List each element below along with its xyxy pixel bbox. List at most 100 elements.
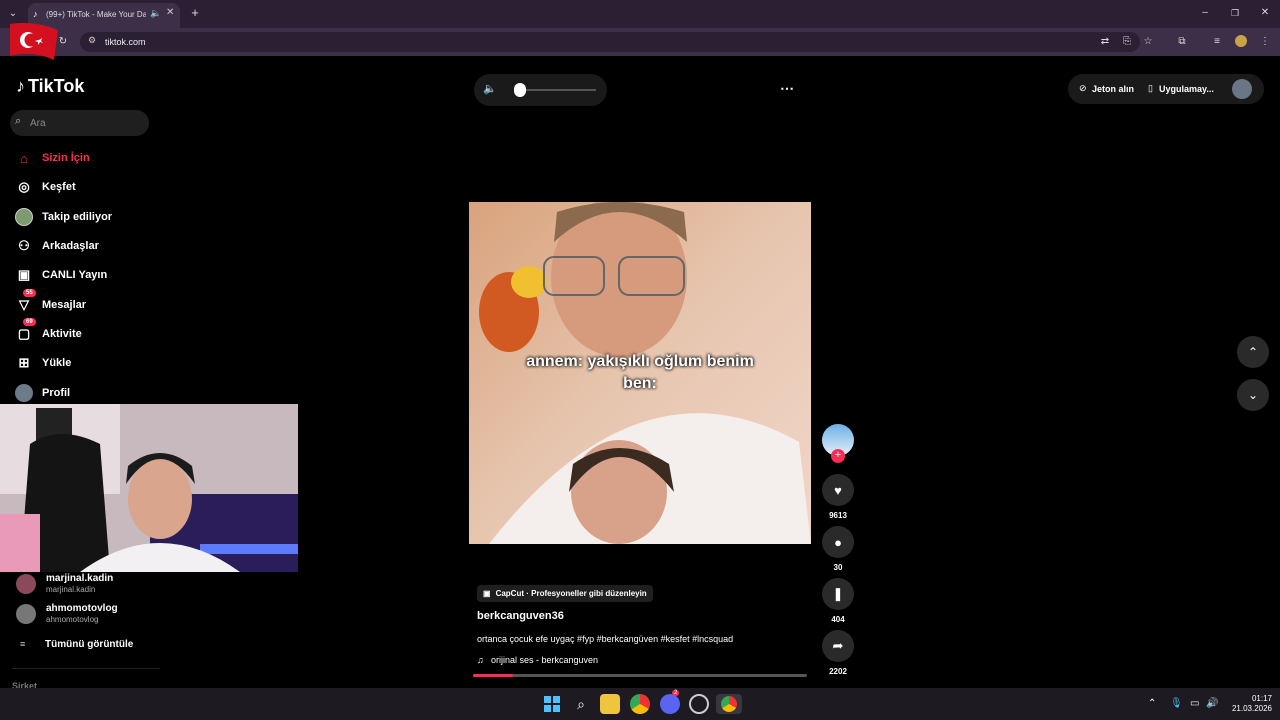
url-text[interactable]: tiktok.com (105, 37, 146, 47)
capcut-icon: ▣ (483, 589, 491, 598)
video-progress-track[interactable] (473, 674, 807, 677)
window-close-icon[interactable]: ✕ (1258, 6, 1272, 20)
like-button[interactable]: ♥ (822, 474, 854, 506)
nav-item-profile[interactable]: Profil (14, 382, 70, 404)
tab-close-icon[interactable]: ✕ (166, 7, 174, 18)
volume-track[interactable] (514, 89, 596, 91)
webcam-overlay (0, 404, 298, 572)
list-icon: ≡ (20, 639, 26, 649)
tiktok-logo[interactable]: ♪ TikTok (16, 76, 84, 97)
video-caption-overlay: annem: yakışıklı oğlum benim ben: (469, 351, 811, 395)
caption-line: ben: (623, 375, 657, 392)
tab-title: (99+) TikTok - Make Your Day (46, 10, 146, 19)
tab-list-chevron-icon[interactable]: ⌄ (6, 7, 20, 21)
start-windows-icon[interactable] (542, 694, 562, 714)
following-account-handle: ahmomotovlog (46, 615, 99, 624)
bookmark-icon: ❚ (832, 586, 844, 601)
nav-label: Takip ediliyor (42, 211, 113, 223)
like-count: 9613 (829, 511, 847, 520)
nav-item-messages[interactable]: ▽ 55 Mesajlar (14, 289, 86, 316)
share-arrow-icon: ➦ (832, 638, 844, 653)
nav-label: Profil (42, 387, 71, 399)
tab-audio-icon[interactable]: 🔈 (150, 8, 161, 19)
address-bar[interactable]: ⚙ tiktok.com (80, 32, 1140, 52)
chrome-icon[interactable] (630, 694, 650, 714)
taskbar-search-icon[interactable]: ⌕ (571, 694, 591, 714)
media-controls-icon[interactable]: ≡ (1210, 35, 1224, 49)
window-restore-icon[interactable]: ❐ (1228, 6, 1242, 20)
clock-date: 21.03.2026 (1231, 704, 1272, 713)
account-avatar[interactable] (16, 574, 36, 594)
save-count: 404 (831, 615, 845, 624)
reload-icon[interactable]: ↻ (56, 35, 70, 49)
nav-item-live[interactable]: ▣ CANLI Yayın (14, 264, 107, 286)
app-icon[interactable] (689, 694, 709, 714)
speaker-icon[interactable]: 🔈 (483, 82, 497, 95)
file-explorer-icon[interactable] (600, 694, 620, 714)
search-icon: ⌕ (15, 115, 22, 127)
following-account-name[interactable]: ahmomotovlog (46, 603, 118, 614)
new-tab-plus-icon[interactable]: + (188, 6, 202, 20)
site-info-icon[interactable]: ⚙ (88, 35, 96, 46)
next-video-button[interactable]: ⌄ (1237, 379, 1269, 411)
nav-item-for-you[interactable]: ⌂ Sizin İçin (14, 147, 90, 169)
activity-icon: ▢ 69 (14, 318, 36, 344)
previous-video-button[interactable]: ⌃ (1237, 336, 1269, 368)
comment-button[interactable]: ● (822, 526, 854, 558)
clock[interactable]: 01:17 21.03.2026 (1226, 694, 1272, 714)
compass-icon: ◎ (18, 179, 30, 194)
video-description: ortanca çocuk efe uygaç #fyp #berkcangüv… (477, 634, 734, 644)
capcut-tag[interactable]: ▣ CapCut · Profesyoneller gibi düzenleyi… (477, 585, 653, 602)
messages-icon: ▽ 55 (14, 289, 36, 315)
get-coins-button[interactable]: Jeton alın (1092, 84, 1134, 94)
coin-icon: ⊘ (1079, 83, 1087, 93)
following-account-name[interactable]: marjinal.kadin (46, 573, 113, 584)
following-account-handle: marjinal.kadin (46, 585, 96, 594)
browser-menu-icon[interactable]: ⋮ (1258, 35, 1272, 49)
volume-knob[interactable] (514, 83, 527, 97)
video-sound[interactable]: orijinal ses - berkcanguven (491, 655, 598, 665)
header-actions: ⊘ Jeton alın ▯ Uygulamay... (1068, 74, 1264, 104)
nav-item-upload[interactable]: ⊞ Yükle (14, 352, 72, 374)
volume-icon[interactable]: 🔊 (1206, 698, 1218, 709)
caption-line: annem: yakışıklı oğlum benim (526, 353, 754, 370)
microphone-icon[interactable]: 🎙 (1170, 698, 1183, 709)
nav-item-following[interactable]: Takip ediliyor (14, 206, 112, 228)
chevron-down-icon: ⌄ (1247, 388, 1259, 402)
video-author[interactable]: berkcanguven36 (477, 610, 564, 622)
account-avatar[interactable] (16, 604, 36, 624)
chrome-active-icon[interactable] (716, 694, 742, 714)
messages-badge: 55 (23, 289, 36, 297)
more-options-icon[interactable]: ⋯ (780, 80, 794, 97)
phone-icon: ▯ (1148, 83, 1153, 93)
comment-count: 30 (833, 563, 843, 572)
follow-plus-icon[interactable]: + (831, 449, 845, 463)
nav-item-explore[interactable]: ◎ Keşfet (14, 176, 75, 198)
get-app-button[interactable]: Uygulamay... (1159, 84, 1214, 94)
volume-control[interactable]: 🔈 (474, 74, 607, 106)
extensions-icon[interactable]: ⧉ (1175, 35, 1189, 49)
nav-label: Sizin İçin (42, 152, 90, 164)
discord-icon[interactable]: 2 (660, 690, 680, 714)
nav-label: Aktivite (42, 328, 82, 340)
window-minimize-icon[interactable]: – (1198, 6, 1212, 20)
chevron-up-icon: ⌃ (1247, 345, 1259, 359)
translate-icon[interactable]: ⇄ (1098, 35, 1112, 49)
user-avatar[interactable] (1232, 79, 1252, 99)
profile-avatar-icon[interactable] (1235, 35, 1247, 47)
nav-item-activity[interactable]: ▢ 69 Aktivite (14, 318, 82, 345)
turkish-flag-icon (10, 22, 58, 60)
search-input[interactable]: ⌕ Ara (10, 110, 149, 136)
share-button[interactable]: ➦ (822, 630, 854, 662)
friends-icon: ⚇ (18, 238, 30, 253)
install-app-icon[interactable]: ⎘ (1120, 35, 1134, 49)
tray-chevron-icon[interactable]: ⌃ (1148, 698, 1156, 709)
save-button[interactable]: ❚ (822, 578, 854, 610)
bookmark-star-icon[interactable]: ☆ (1141, 35, 1155, 49)
live-icon: ▣ (17, 267, 31, 282)
nav-item-friends[interactable]: ⚇ Arkadaşlar (14, 235, 99, 257)
activity-badge: 69 (23, 318, 36, 326)
network-icon[interactable]: ▭ (1190, 698, 1199, 709)
clock-time: 01:17 (1251, 694, 1272, 703)
see-all-link[interactable]: Tümünü görüntüle (45, 639, 133, 650)
